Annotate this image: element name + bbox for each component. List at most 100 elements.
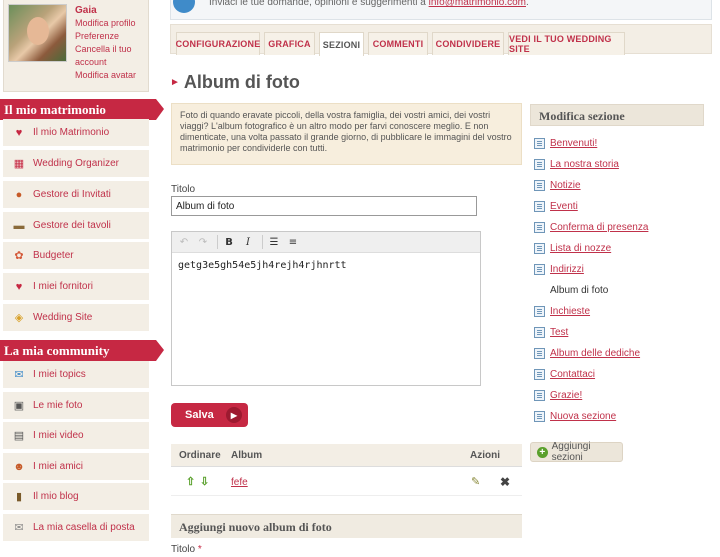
section-item-nostra-storia[interactable]: La nostra storia	[534, 156, 619, 172]
section-item-album-foto[interactable]: Album di foto	[534, 282, 608, 298]
tab-condividere[interactable]: CONDIVIDERE	[432, 32, 504, 55]
page-icon	[534, 179, 545, 191]
section-item-contattaci[interactable]: Contattaci	[534, 366, 595, 382]
section-item-nuova-sezione[interactable]: Nuova sezione	[534, 408, 616, 424]
sidebar-item-wedding-site[interactable]: ◈ Wedding Site	[3, 304, 149, 333]
edit-avatar-link[interactable]: Modifica avatar	[75, 69, 136, 82]
move-down-icon[interactable]: ⇩	[200, 475, 209, 488]
avatar[interactable]	[8, 4, 67, 62]
section-link[interactable]: Contattaci	[550, 369, 595, 380]
edit-profile-link[interactable]: Modifica profilo	[75, 17, 136, 30]
section-link[interactable]: Benvenuti!	[550, 138, 597, 149]
blog-icon: ▮	[15, 490, 23, 503]
undo-icon[interactable]: ↶	[176, 235, 192, 249]
tab-grafica[interactable]: GRAFICA	[264, 32, 315, 55]
section-link[interactable]: Conferma di presenza	[550, 222, 648, 233]
section-link[interactable]: Grazie!	[550, 390, 582, 401]
page-icon	[534, 200, 545, 212]
contact-email-link[interactable]: info@matrimonio.com	[429, 0, 526, 8]
section-item-lista-nozze[interactable]: Lista di nozze	[534, 240, 611, 256]
section-link[interactable]: Indirizzi	[550, 264, 584, 275]
required-mark: *	[197, 544, 202, 555]
profile-links: Gaia Modifica profilo Preferenze Cancell…	[75, 4, 136, 82]
tab-configurazione[interactable]: CONFIGURAZIONE	[176, 32, 260, 55]
sidebar-item-gestore-tavoli[interactable]: ▬ Gestore dei tavoli	[3, 212, 149, 241]
delete-account-link[interactable]: Cancella il tuo account	[75, 43, 135, 69]
italic-icon[interactable]: I	[240, 235, 256, 249]
sidebar-item-budgeter[interactable]: ✿ Budgeter	[3, 242, 149, 271]
tab-commenti[interactable]: COMMENTI	[368, 32, 428, 55]
column-album: Album	[231, 450, 263, 461]
section-item-test[interactable]: Test	[534, 324, 568, 340]
column-ordinare: Ordinare	[179, 450, 221, 461]
house-icon: ♥	[15, 126, 23, 139]
sidebar-item-il-mio-matrimonio[interactable]: ♥ Il mio Matrimonio	[3, 119, 149, 148]
titolo-input[interactable]	[171, 196, 477, 216]
profile-name-link[interactable]: Gaia	[75, 4, 136, 17]
editor-content[interactable]: getg3e5gh54e5jh4rejh4rjhnrtt	[178, 260, 347, 271]
section-item-inchieste[interactable]: Inchieste	[534, 303, 590, 319]
sidebar-item-label: La mia casella di posta	[33, 522, 135, 533]
section-link[interactable]: Test	[550, 327, 568, 338]
section-item-notizie[interactable]: Notizie	[534, 177, 581, 193]
sidebar-item-amici[interactable]: ☻ I miei amici	[3, 453, 149, 482]
website-icon: ◈	[14, 311, 24, 324]
plus-icon: +	[537, 446, 548, 458]
editor-toolbar: ↶ ↷ B I ☰ ≡	[172, 232, 480, 253]
tab-vedi-wedding-site[interactable]: VEDI IL TUO WEDDING SITE	[508, 32, 625, 55]
form-icon	[534, 326, 545, 338]
page-title: ► Album di foto	[170, 72, 300, 93]
bullet-list-icon[interactable]: ☰	[266, 235, 282, 249]
sidebar-item-label: I miei fornitori	[33, 281, 94, 292]
move-up-icon[interactable]: ⇧	[186, 475, 195, 488]
settings-tabs: CONFIGURAZIONE GRAFICA SEZIONI COMMENTI …	[170, 24, 712, 56]
edit-pencil-icon[interactable]: ✎	[471, 475, 480, 488]
section-item-indirizzi[interactable]: Indirizzi	[534, 261, 584, 277]
section-link[interactable]: Nuova sezione	[550, 411, 616, 422]
redo-icon[interactable]: ↷	[195, 235, 211, 249]
sidebar-item-posta[interactable]: ✉ La mia casella di posta	[3, 514, 149, 543]
toolbar-divider	[217, 235, 218, 249]
section-item-album-dediche[interactable]: Album delle dediche	[534, 345, 640, 361]
sidebar-item-label: Wedding Site	[33, 312, 93, 323]
sidebar-item-wedding-organizer[interactable]: ▦ Wedding Organizer	[3, 150, 149, 179]
sidebar-item-video[interactable]: ▤ I miei video	[3, 422, 149, 451]
section-link[interactable]: Eventi	[550, 201, 578, 212]
section-link[interactable]: Notizie	[550, 180, 581, 191]
numbered-list-icon[interactable]: ≡	[285, 235, 301, 249]
section-item-grazie[interactable]: Grazie!	[534, 387, 582, 403]
sidebar-item-foto[interactable]: ▣ Le mie foto	[3, 392, 149, 421]
calendar-icon: ▦	[13, 157, 25, 170]
page-icon	[534, 137, 545, 149]
section-item-eventi[interactable]: Eventi	[534, 198, 578, 214]
sidebar-item-blog[interactable]: ▮ Il mio blog	[3, 483, 149, 512]
column-azioni: Azioni	[470, 450, 500, 461]
section-item-benvenuti[interactable]: Benvenuti!	[534, 135, 597, 151]
sidebar-item-label: Le mie foto	[33, 400, 83, 411]
preferences-link[interactable]: Preferenze	[75, 30, 136, 43]
titolo-label: Titolo	[171, 184, 196, 195]
table-icon: ▬	[13, 219, 25, 232]
chat-icon: ✉	[14, 368, 24, 381]
sidebar-item-topics[interactable]: ✉ I miei topics	[3, 361, 149, 390]
info-text-end: .	[526, 0, 529, 8]
bold-icon[interactable]: B	[221, 235, 237, 249]
delete-icon[interactable]: ✖	[500, 475, 510, 489]
table-row: ⇧ ⇩ fefe ✎ ✖	[171, 468, 522, 496]
section-link[interactable]: Album delle dediche	[550, 348, 640, 359]
sidebar-item-gestore-invitati[interactable]: ● Gestore di Invitati	[3, 181, 149, 210]
section-link[interactable]: Inchieste	[550, 306, 590, 317]
sidebar-item-label: Il mio blog	[33, 491, 79, 502]
add-section-button[interactable]: + Aggiungi sezioni	[530, 441, 623, 463]
album-link[interactable]: fefe	[231, 477, 248, 488]
section-item-conferma-presenza[interactable]: Conferma di presenza	[534, 219, 648, 235]
profile-box: Gaia Modifica profilo Preferenze Cancell…	[3, 0, 149, 92]
tab-sezioni[interactable]: SEZIONI	[319, 32, 364, 56]
info-bar: Inviaci le tue domande, opinioni e sugge…	[170, 0, 712, 20]
section-link[interactable]: Lista di nozze	[550, 243, 611, 254]
section-link[interactable]: La nostra storia	[550, 159, 619, 170]
heart-icon: ♥	[15, 280, 23, 293]
modifica-sezione-header: Modifica sezione	[530, 104, 704, 126]
save-button[interactable]: Salva ▶	[171, 403, 248, 427]
sidebar-item-fornitori[interactable]: ♥ I miei fornitori	[3, 273, 149, 302]
